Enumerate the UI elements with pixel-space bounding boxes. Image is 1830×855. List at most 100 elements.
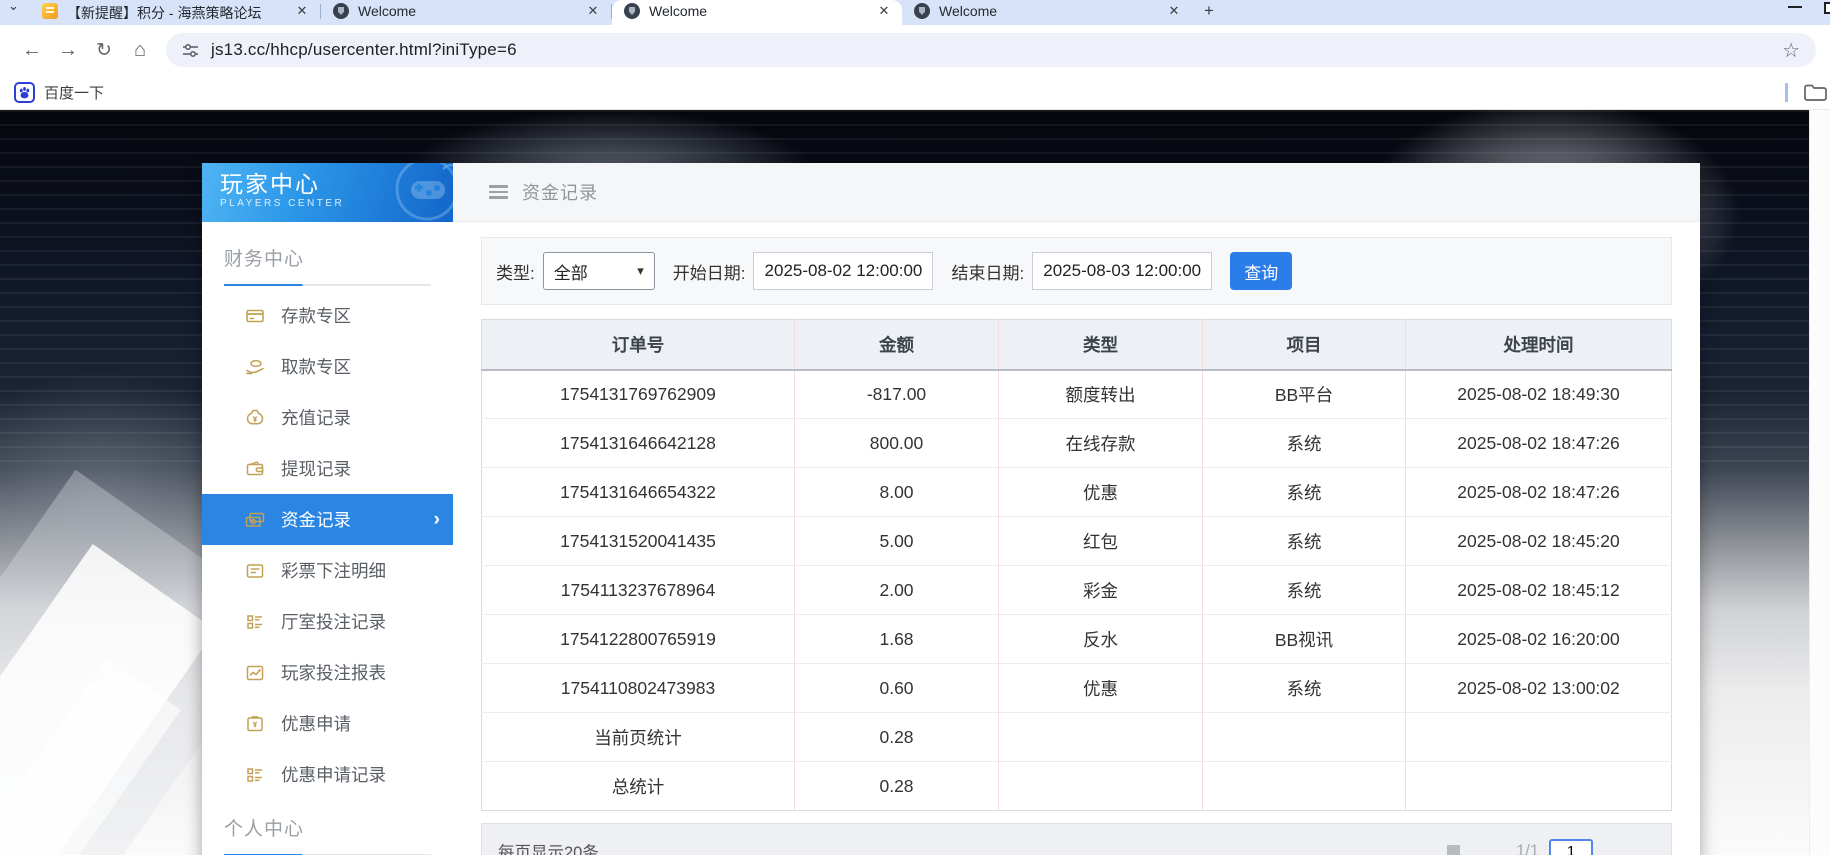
sidebar-item-bank-card[interactable]: 存款专区 (202, 290, 453, 341)
table-header-row: 订单号金额类型项目处理时间 (482, 320, 1672, 370)
table-cell: 系统 (1203, 468, 1406, 517)
table-cell: 1754113237678964 (482, 566, 795, 615)
table-cell: 优惠 (999, 468, 1203, 517)
table-cell: BB平台 (1203, 370, 1406, 419)
table-row: 17541315200414355.00红包系统2025-08-02 18:45… (482, 517, 1672, 566)
sidebar-banner: 玩家中心 PLAYERS CENTER (202, 163, 453, 222)
table-cell: 8.00 (795, 468, 999, 517)
menu-item-label: 厅室投注记录 (281, 609, 386, 634)
tab-strip: 【新提醒】积分 - 海燕策略论坛 ✕ Welcome ✕ Welcome ✕ W… (30, 0, 1192, 25)
table-cell: 0.28 (795, 762, 999, 811)
column-header: 项目 (1203, 320, 1406, 370)
end-date-input[interactable] (1032, 252, 1212, 290)
browser-tab[interactable]: Welcome ✕ (321, 0, 611, 25)
table-cell: 1754131646654322 (482, 468, 795, 517)
browser-tab[interactable]: Welcome ✕ (612, 0, 902, 25)
close-icon[interactable]: ✕ (1166, 3, 1182, 19)
table-cell: 1754131769762909 (482, 370, 795, 419)
tab-title: Welcome (939, 3, 1158, 19)
bookmark-item-baidu[interactable]: 百度一下 (44, 82, 104, 103)
query-button[interactable]: 查询 (1230, 252, 1292, 290)
sidebar-item-gift-apply[interactable]: 优惠申请 (202, 698, 453, 749)
bookmarks-divider (1785, 83, 1788, 102)
scrollbar-track[interactable] (1809, 110, 1830, 855)
chevron-right-icon: › (434, 509, 440, 531)
back-button[interactable]: ← (14, 39, 50, 62)
menu-item-label: 玩家投注报表 (281, 660, 386, 685)
folder-icon[interactable] (1804, 84, 1828, 102)
paw-icon (18, 86, 31, 99)
chevron-down-icon[interactable]: ⌄ (8, 0, 19, 14)
table-cell: -817.00 (795, 370, 999, 419)
maximize-button[interactable] (1824, 2, 1830, 14)
forward-button[interactable]: → (50, 39, 86, 62)
tab-title: Welcome (358, 3, 577, 19)
list-doc-icon (245, 561, 265, 581)
table-cell: 2025-08-02 16:20:00 (1406, 615, 1672, 664)
browser-tab[interactable]: Welcome ✕ (902, 0, 1192, 25)
site-settings-icon[interactable] (182, 42, 199, 59)
type-select-value: 全部 (554, 259, 588, 284)
reload-button[interactable]: ↻ (86, 39, 122, 62)
type-select[interactable]: 全部 ▾ (543, 252, 655, 290)
table-cell (1406, 762, 1672, 811)
url-text[interactable]: js13.cc/hhcp/usercenter.html?iniType=6 (211, 40, 517, 60)
content-body: 类型: 全部 ▾ 开始日期: 结束日期: 查询 (453, 222, 1700, 855)
table-row: 17541316466543228.00优惠系统2025-08-02 18:47… (482, 468, 1672, 517)
close-icon[interactable]: ✕ (585, 3, 601, 19)
sidebar-item-board-list[interactable]: 优惠申请记录 (202, 749, 453, 800)
player-center-panel: 玩家中心 PLAYERS CENTER 财务中心 存款专区 (202, 163, 1700, 855)
sidebar-item-wallet[interactable]: 提现记录 (202, 443, 453, 494)
page-number-input[interactable] (1549, 839, 1593, 855)
sidebar-item-list-doc[interactable]: 彩票下注明细 (202, 545, 453, 596)
content-area: 资金记录 类型: 全部 ▾ 开始日期: 结束日期: 查询 (453, 163, 1700, 855)
page-indicator: 1/1 (1516, 842, 1539, 855)
table-cell: 1754122800765919 (482, 615, 795, 664)
board-list-icon (245, 765, 265, 785)
summary-row: 总统计0.28 (482, 762, 1672, 811)
table-cell (999, 762, 1203, 811)
column-header: 类型 (999, 320, 1203, 370)
menu-item-label: 充值记录 (281, 405, 351, 430)
table-cell: 系统 (1203, 664, 1406, 713)
address-bar[interactable]: js13.cc/hhcp/usercenter.html?iniType=6 ☆ (166, 33, 1816, 67)
type-filter-label: 类型: (496, 259, 535, 284)
chart-report-icon (245, 663, 265, 683)
close-icon[interactable]: ✕ (876, 3, 892, 19)
sidebar-item-chart-report[interactable]: 玩家投注报表 (202, 647, 453, 698)
tab-title: 【新提醒】积分 - 海燕策略论坛 (67, 3, 286, 23)
page-viewport: 玩家中心 PLAYERS CENTER 财务中心 存款专区 (0, 110, 1830, 855)
shield-icon (624, 3, 640, 19)
wallet-icon (245, 459, 265, 479)
bookmark-star-icon[interactable]: ☆ (1782, 38, 1800, 63)
gift-apply-icon (245, 714, 265, 734)
browser-tab[interactable]: 【新提醒】积分 - 海燕策略论坛 ✕ (30, 0, 320, 25)
section-divider (224, 284, 431, 286)
hand-coin-icon (245, 357, 265, 377)
sidebar-menu: 存款专区 取款专区 充值记录 提现记录 资金记录 › 彩票下注明细 厅室投注记录… (202, 290, 453, 800)
close-icon[interactable]: ✕ (294, 3, 310, 19)
home-button[interactable]: ⌂ (122, 39, 158, 62)
start-date-input[interactable] (753, 252, 933, 290)
table-cell: 2.00 (795, 566, 999, 615)
table-cell: 系统 (1203, 517, 1406, 566)
new-tab-button[interactable]: + (1204, 2, 1214, 20)
table-row: 1754131769762909-817.00额度转出BB平台2025-08-0… (482, 370, 1672, 419)
sidebar-item-money-bag[interactable]: 充值记录 (202, 392, 453, 443)
section-label-personal: 个人中心 (224, 814, 431, 841)
hamburger-menu-icon[interactable] (489, 185, 508, 199)
sidebar-item-cash-notes[interactable]: 资金记录 › (202, 494, 453, 545)
menu-item-label: 彩票下注明细 (281, 558, 386, 583)
end-date-label: 结束日期: (951, 259, 1024, 284)
gamepad-graphic-icon (377, 163, 453, 222)
pagination-icon[interactable] (1447, 845, 1460, 855)
table-footer: 每页显示20条 1/1 (481, 823, 1672, 855)
table-cell: 5.00 (795, 517, 999, 566)
table-cell: 系统 (1203, 566, 1406, 615)
column-header: 处理时间 (1406, 320, 1672, 370)
sidebar-item-hand-coin[interactable]: 取款专区 (202, 341, 453, 392)
sidebar-item-board-list[interactable]: 厅室投注记录 (202, 596, 453, 647)
table-cell: 2025-08-02 18:47:26 (1406, 468, 1672, 517)
minimize-button[interactable] (1788, 6, 1802, 8)
column-header: 订单号 (482, 320, 795, 370)
